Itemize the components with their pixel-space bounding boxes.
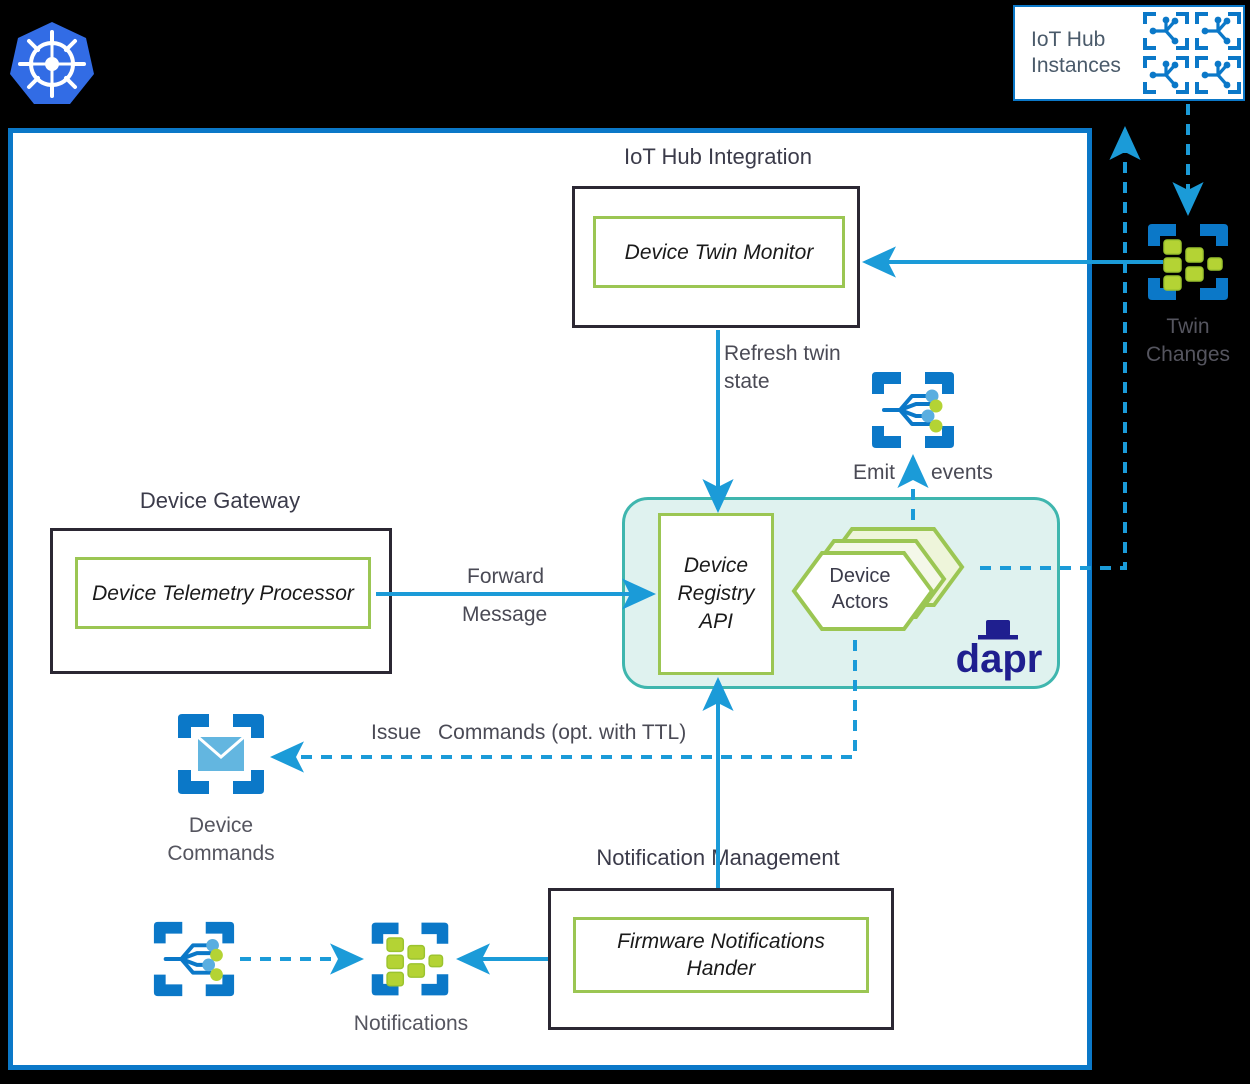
connector-overlay (240, 104, 1204, 975)
connector-actors-to-iot-hub (980, 126, 1141, 570)
connector-issue-commands (270, 640, 857, 773)
architecture-diagram: IoT Hub Instances Twin Changes IoT Hub I… (0, 0, 1250, 1084)
